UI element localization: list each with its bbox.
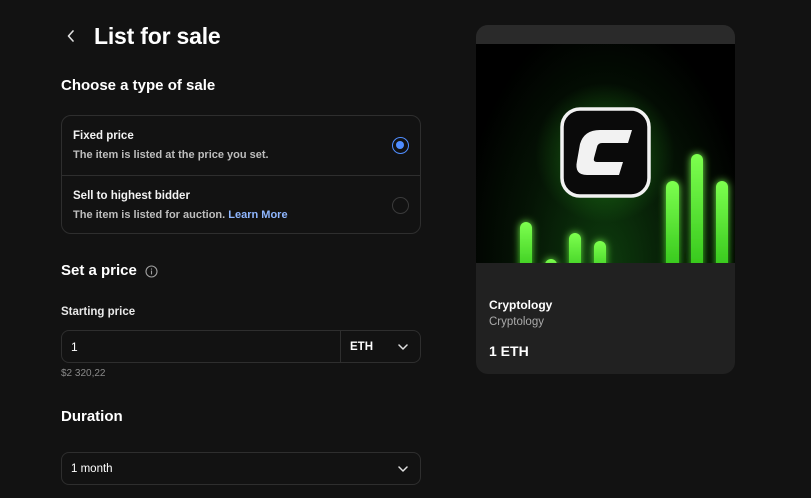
card-topbar xyxy=(476,25,735,44)
fixed-price-title: Fixed price xyxy=(73,130,134,142)
duration-heading: Duration xyxy=(61,408,123,425)
chevron-down-icon xyxy=(398,465,408,472)
auction-description-row: The item is listed for auction. Learn Mo… xyxy=(73,207,409,223)
nft-name: Cryptology xyxy=(489,298,553,312)
price-heading-row: Set a price xyxy=(61,261,158,281)
nft-preview-card: Cryptology Cryptology 1 ETH xyxy=(476,25,735,374)
sale-type-heading: Choose a type of sale xyxy=(61,77,216,94)
nft-collection: Cryptology xyxy=(489,316,544,328)
card-info: Cryptology Cryptology 1 ETH xyxy=(476,263,735,359)
fixed-price-option[interactable]: Fixed price The item is listed at the pr… xyxy=(62,116,420,175)
info-icon[interactable] xyxy=(145,264,158,278)
auction-description: The item is listed for auction. xyxy=(73,209,226,221)
duration-dropdown[interactable]: 1 month xyxy=(61,452,421,485)
auction-option[interactable]: Sell to highest bidder The item is liste… xyxy=(62,175,420,233)
auction-title: Sell to highest bidder xyxy=(73,190,190,202)
fixed-price-radio[interactable] xyxy=(392,137,409,154)
chevron-left-icon xyxy=(67,30,74,42)
auction-radio[interactable] xyxy=(392,197,409,214)
learn-more-link[interactable]: Learn More xyxy=(228,209,287,221)
currency-dropdown[interactable]: ETH xyxy=(340,331,420,362)
nft-artwork xyxy=(520,83,728,263)
price-field: ETH xyxy=(61,330,421,363)
list-for-sale-page: List for sale Choose a type of sale Fixe… xyxy=(0,0,811,498)
fixed-price-description: The item is listed at the price you set. xyxy=(73,149,269,161)
chevron-down-icon xyxy=(398,343,408,350)
starting-price-label: Starting price xyxy=(61,306,136,318)
fiat-value: $2 320,22 xyxy=(61,368,106,379)
price-heading: Set a price xyxy=(61,262,137,279)
back-button[interactable] xyxy=(62,27,80,45)
nft-image xyxy=(476,44,735,263)
duration-value: 1 month xyxy=(71,462,113,475)
page-title: List for sale xyxy=(94,23,221,49)
cryptology-logo-icon xyxy=(560,107,651,198)
price-input[interactable] xyxy=(62,331,340,362)
currency-label: ETH xyxy=(350,340,373,353)
nft-price: 1 ETH xyxy=(489,343,529,359)
sale-type-options: Fixed price The item is listed at the pr… xyxy=(61,115,421,234)
